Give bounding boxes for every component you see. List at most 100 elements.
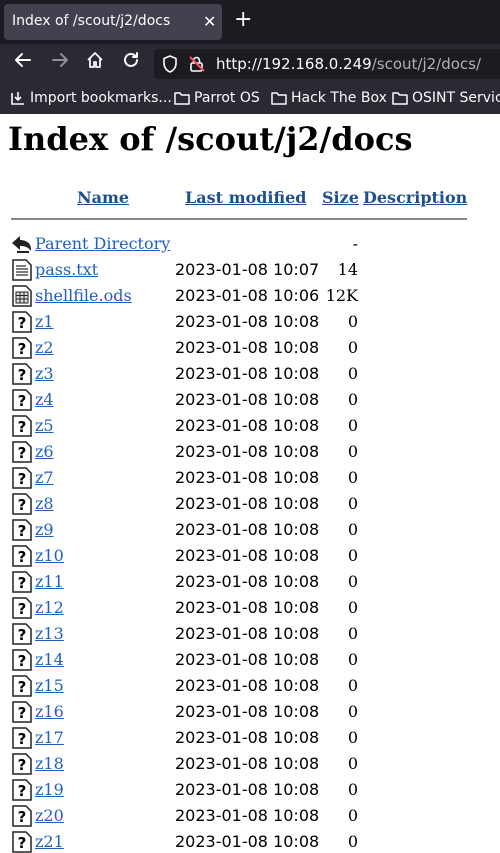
- column-header-name[interactable]: Name: [77, 188, 129, 207]
- unknown-file-icon: ?: [12, 389, 32, 411]
- svg-text:?: ?: [18, 678, 27, 696]
- url-path: /scout/j2/docs/: [371, 55, 482, 73]
- last-modified: 2023-01-08 10:08: [175, 572, 320, 591]
- file-link[interactable]: z10: [35, 546, 64, 565]
- file-size: 0: [347, 468, 358, 487]
- table-row: ? z8 2023-01-08 10:08 0: [0, 492, 500, 518]
- file-link[interactable]: z5: [35, 416, 54, 435]
- bookmark-label: Hack The Box: [291, 90, 387, 106]
- new-tab-icon[interactable]: +: [234, 7, 252, 32]
- table-row: ? z19 2023-01-08 10:08 0: [0, 778, 500, 804]
- last-modified: 2023-01-08 10:06: [175, 286, 320, 305]
- home-icon[interactable]: [86, 50, 104, 76]
- last-modified: 2023-01-08 10:08: [175, 416, 320, 435]
- svg-text:?: ?: [18, 574, 27, 592]
- table-row: Parent Directory -: [0, 232, 500, 258]
- svg-text:?: ?: [18, 522, 27, 540]
- bookmark-folder-parrot[interactable]: Parrot OS: [174, 90, 260, 106]
- bookmark-folder-osint[interactable]: OSINT Servic: [392, 90, 500, 106]
- file-size: 0: [347, 312, 358, 331]
- file-link[interactable]: z20: [35, 806, 64, 825]
- table-row: ? z14 2023-01-08 10:08 0: [0, 648, 500, 674]
- column-header-last-modified[interactable]: Last modified: [185, 188, 306, 207]
- file-link[interactable]: z6: [35, 442, 54, 461]
- table-row: ? z16 2023-01-08 10:08 0: [0, 700, 500, 726]
- reload-icon[interactable]: [122, 50, 140, 76]
- page-title: Index of /scout/j2/docs: [8, 120, 413, 158]
- last-modified: 2023-01-08 10:08: [175, 676, 320, 695]
- file-link[interactable]: z8: [35, 494, 54, 513]
- file-link[interactable]: z19: [35, 780, 64, 799]
- file-link[interactable]: z18: [35, 754, 64, 773]
- import-icon: [11, 92, 24, 105]
- unknown-file-icon: ?: [12, 363, 32, 385]
- back-arrow-icon[interactable]: [14, 50, 32, 76]
- file-size: 0: [347, 754, 358, 773]
- last-modified: 2023-01-08 10:08: [175, 650, 320, 669]
- url-text[interactable]: http://192.168.0.249/scout/j2/docs/: [216, 55, 481, 73]
- last-modified: 2023-01-08 10:08: [175, 702, 320, 721]
- navigation-bar: http://192.168.0.249/scout/j2/docs/: [0, 44, 500, 84]
- file-link[interactable]: z13: [35, 624, 64, 643]
- table-row: shellfile.ods 2023-01-08 10:06 12K: [0, 284, 500, 310]
- table-row: ? z21 2023-01-08 10:08 0: [0, 830, 500, 853]
- file-link[interactable]: z17: [35, 728, 64, 747]
- column-header-description[interactable]: Description: [363, 188, 467, 207]
- file-size: 0: [347, 546, 358, 565]
- unknown-file-icon: ?: [12, 311, 32, 333]
- svg-text:?: ?: [18, 392, 27, 410]
- file-link[interactable]: shellfile.ods: [35, 286, 132, 305]
- svg-text:?: ?: [18, 340, 27, 358]
- tab-title: Index of /scout/j2/docs: [12, 13, 171, 29]
- file-link[interactable]: z21: [35, 832, 64, 851]
- unknown-file-icon: ?: [12, 779, 32, 801]
- page-content: Index of /scout/j2/docs Name Last modifi…: [0, 114, 500, 853]
- tracking-shield-icon[interactable]: [162, 55, 178, 78]
- table-row: ? z4 2023-01-08 10:08 0: [0, 388, 500, 414]
- file-link[interactable]: z12: [35, 598, 64, 617]
- file-link[interactable]: z2: [35, 338, 54, 357]
- file-link[interactable]: z4: [35, 390, 54, 409]
- last-modified: 2023-01-08 10:08: [175, 806, 320, 825]
- unknown-file-icon: ?: [12, 727, 32, 749]
- table-row: ? z12 2023-01-08 10:08 0: [0, 596, 500, 622]
- table-row: ? z11 2023-01-08 10:08 0: [0, 570, 500, 596]
- bookmark-import[interactable]: Import bookmarks...: [10, 90, 172, 106]
- url-host: http://192.168.0.249: [216, 55, 372, 73]
- bookmark-folder-htb[interactable]: Hack The Box: [271, 90, 387, 106]
- table-row: ? z3 2023-01-08 10:08 0: [0, 362, 500, 388]
- table-row: ? z17 2023-01-08 10:08 0: [0, 726, 500, 752]
- insecure-lock-icon[interactable]: [188, 55, 206, 78]
- svg-text:?: ?: [18, 418, 27, 436]
- last-modified: 2023-01-08 10:08: [175, 494, 320, 513]
- file-link[interactable]: z3: [35, 364, 54, 383]
- last-modified: 2023-01-08 10:08: [175, 728, 320, 747]
- last-modified: 2023-01-08 10:08: [175, 598, 320, 617]
- folder-icon: [392, 92, 408, 105]
- tab-active[interactable]: Index of /scout/j2/docs ✕: [4, 4, 222, 40]
- file-link[interactable]: pass.txt: [35, 260, 98, 279]
- url-bar[interactable]: http://192.168.0.249/scout/j2/docs/: [154, 49, 500, 79]
- file-link[interactable]: z15: [35, 676, 64, 695]
- file-link[interactable]: Parent Directory: [35, 234, 170, 253]
- table-row: pass.txt 2023-01-08 10:07 14: [0, 258, 500, 284]
- forward-arrow-icon[interactable]: [51, 50, 69, 76]
- last-modified: 2023-01-08 10:08: [175, 546, 320, 565]
- unknown-file-icon: ?: [12, 441, 32, 463]
- file-link[interactable]: z14: [35, 650, 64, 669]
- file-link[interactable]: z1: [35, 312, 54, 331]
- column-header-size[interactable]: Size: [322, 188, 359, 207]
- file-link[interactable]: z11: [35, 572, 64, 591]
- unknown-file-icon: ?: [12, 649, 32, 671]
- table-row: ? z18 2023-01-08 10:08 0: [0, 752, 500, 778]
- tab-close-icon[interactable]: ✕: [203, 12, 216, 31]
- table-row: ? z10 2023-01-08 10:08 0: [0, 544, 500, 570]
- svg-text:?: ?: [18, 470, 27, 488]
- unknown-file-icon: ?: [12, 571, 32, 593]
- file-link[interactable]: z16: [35, 702, 64, 721]
- unknown-file-icon: ?: [12, 597, 32, 619]
- file-link[interactable]: z9: [35, 520, 54, 539]
- last-modified: 2023-01-08 10:08: [175, 520, 320, 539]
- table-row: ? z6 2023-01-08 10:08 0: [0, 440, 500, 466]
- file-link[interactable]: z7: [35, 468, 54, 487]
